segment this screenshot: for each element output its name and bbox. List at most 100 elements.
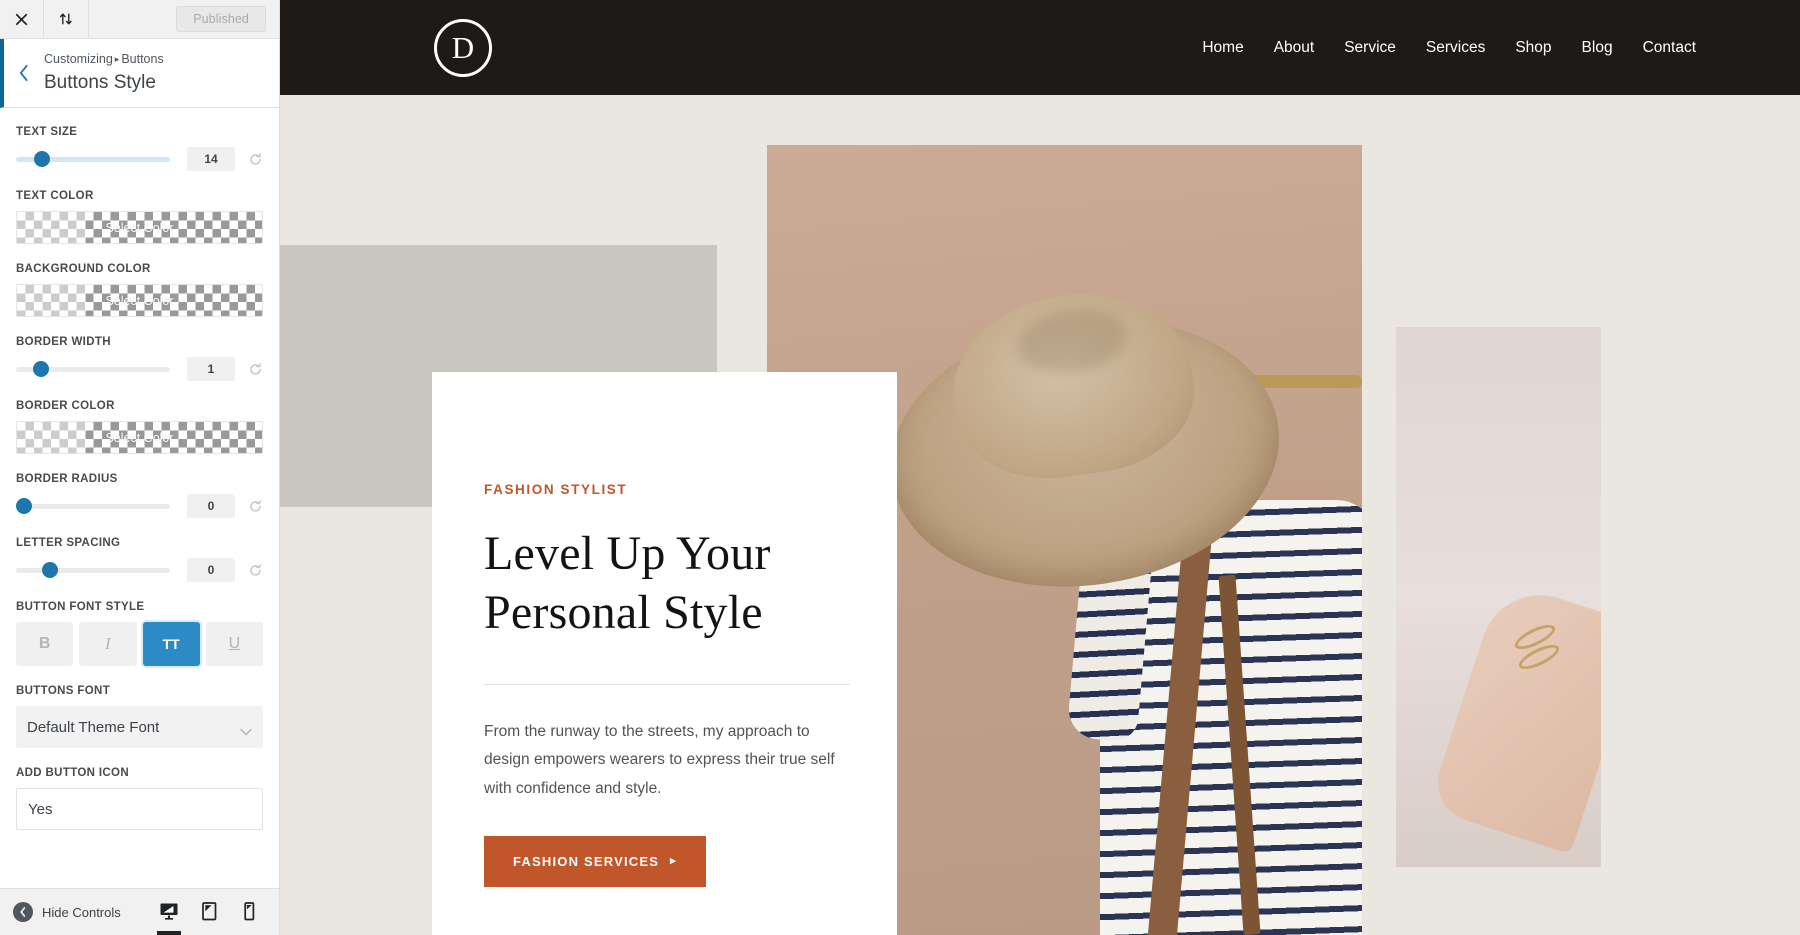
control-add-button-icon: ADD BUTTON ICON Yes	[16, 767, 263, 830]
customizer-sidebar: Published Customizing ▸ Buttons Buttons St…	[0, 0, 280, 935]
hero-divider	[484, 684, 850, 686]
buttons-font-select[interactable]: Default Theme Font	[16, 706, 263, 748]
fashion-services-button[interactable]: FASHION SERVICES ▸	[484, 835, 706, 887]
mobile-view-button[interactable]	[232, 893, 266, 931]
control-border-radius: BORDER RADIUS 0	[16, 473, 263, 518]
mobile-icon	[239, 901, 259, 924]
customizer-panel-header: Customizing ▸ Buttons Buttons Style	[0, 39, 279, 108]
control-label: TEXT COLOR	[16, 190, 94, 202]
italic-button[interactable]: I	[79, 622, 137, 666]
tablet-view-button[interactable]	[192, 893, 226, 931]
hero-heading-line2: Personal Style	[484, 585, 763, 639]
bold-button[interactable]: B	[16, 622, 74, 666]
underline-button[interactable]: U	[205, 622, 263, 666]
hide-controls-button[interactable]: Hide Controls	[13, 902, 121, 922]
slider-row: 14	[16, 147, 263, 171]
select-color-label: Select Color	[105, 220, 174, 235]
reset-icon[interactable]	[248, 563, 263, 578]
add-button-icon-select[interactable]: Yes	[16, 788, 263, 830]
border-color-swatch[interactable]: Select Color	[16, 421, 263, 454]
slider-handle[interactable]	[16, 498, 32, 514]
reset-icon[interactable]	[248, 499, 263, 514]
control-label: BORDER COLOR	[16, 400, 115, 412]
border-width-value[interactable]: 1	[187, 357, 235, 381]
text-size-value[interactable]: 14	[187, 147, 235, 171]
chevron-left-circle-icon	[13, 902, 33, 922]
hero-body-text: From the runway to the streets, my appro…	[484, 723, 835, 797]
nav-item-blog[interactable]: Blog	[1582, 39, 1613, 57]
nav-item-service[interactable]: Service	[1344, 39, 1396, 57]
hide-controls-label: Hide Controls	[42, 904, 121, 920]
reset-icon[interactable]	[248, 152, 263, 167]
nav-item-shop[interactable]: Shop	[1515, 39, 1551, 57]
nav-item-contact[interactable]: Contact	[1643, 39, 1696, 57]
publish-button[interactable]: Published	[176, 6, 266, 32]
desktop-view-button[interactable]	[152, 893, 186, 935]
chevron-down-icon	[240, 723, 252, 736]
border-radius-value[interactable]: 0	[187, 494, 235, 518]
nav-item-services[interactable]: Services	[1426, 39, 1485, 57]
letter-spacing-value[interactable]: 0	[187, 558, 235, 582]
hero-section: FASHION STYLIST Level Up Your Personal S…	[280, 95, 1800, 935]
chevron-left-icon[interactable]	[4, 39, 44, 107]
buttons-font-value: Default Theme Font	[27, 718, 160, 736]
slider-handle[interactable]	[32, 361, 49, 377]
breadcrumb-parent: Customizing	[44, 52, 113, 66]
panel-header-text: Customizing ▸ Buttons Buttons Style	[44, 39, 164, 107]
divi-logo[interactable]: D	[434, 18, 492, 77]
breadcrumb: Customizing ▸ Buttons	[44, 50, 164, 69]
close-icon[interactable]	[0, 0, 44, 38]
desktop-icon	[159, 901, 179, 924]
control-buttons-font: BUTTONS FONT Default Theme Font	[16, 685, 263, 748]
page-title: Buttons Style	[44, 71, 156, 93]
control-background-color: BACKGROUND COLOR Select Color	[16, 263, 263, 317]
reset-icon[interactable]	[248, 362, 263, 377]
control-label: ADD BUTTON ICON	[16, 767, 130, 779]
customizer-controls: TEXT SIZE 14 TEXT COLOR Select Color BAC…	[0, 108, 279, 888]
site-preview: D Home About Service Services Shop Blog …	[280, 0, 1800, 935]
customizer-topbar: Published	[0, 0, 279, 39]
device-preview-group	[152, 893, 266, 935]
slider-track	[16, 567, 170, 573]
control-border-color: BORDER COLOR Select Color	[16, 400, 263, 454]
slider-handle[interactable]	[34, 151, 51, 167]
slider-row: 0	[16, 494, 263, 518]
tablet-icon	[199, 901, 219, 924]
slider-track	[16, 503, 170, 509]
add-button-icon-value: Yes	[28, 800, 53, 818]
arrow-right-icon: ▸	[670, 854, 677, 867]
hero-eyebrow: FASHION STYLIST	[484, 482, 628, 497]
hero-content-card: FASHION STYLIST Level Up Your Personal S…	[432, 372, 897, 935]
control-label: BUTTONS FONT	[16, 685, 111, 697]
customizer-app: Published Customizing ▸ Buttons Buttons St…	[0, 0, 1800, 935]
control-text-size: TEXT SIZE 14	[16, 126, 263, 171]
text-size-slider[interactable]	[16, 149, 170, 169]
slider-handle[interactable]	[42, 562, 59, 578]
breadcrumb-current: Buttons	[121, 52, 164, 66]
control-label: LETTER SPACING	[16, 537, 121, 549]
control-label: BACKGROUND COLOR	[16, 263, 151, 275]
control-border-width: BORDER WIDTH 1	[16, 336, 263, 381]
nav-item-about[interactable]: About	[1274, 39, 1315, 57]
nav-item-home[interactable]: Home	[1202, 39, 1243, 57]
sort-arrows-icon[interactable]	[44, 0, 89, 38]
uppercase-button[interactable]: TT	[142, 622, 200, 666]
background-color-swatch[interactable]: Select Color	[16, 284, 263, 317]
control-button-font-style: BUTTON FONT STYLE B I TT U	[16, 601, 263, 666]
site-header: D Home About Service Services Shop Blog …	[280, 0, 1800, 95]
text-color-swatch[interactable]: Select Color	[16, 211, 263, 244]
cta-label: FASHION SERVICES	[513, 853, 660, 869]
hero-heading: Level Up Your Personal Style	[484, 525, 897, 642]
control-text-color: TEXT COLOR Select Color	[16, 190, 263, 244]
border-width-slider[interactable]	[16, 359, 170, 379]
primary-navigation: Home About Service Services Shop Blog Co…	[1202, 39, 1696, 57]
letter-spacing-slider[interactable]	[16, 560, 170, 580]
slider-row: 0	[16, 558, 263, 582]
border-radius-slider[interactable]	[16, 496, 170, 516]
control-label: BORDER RADIUS	[16, 473, 118, 485]
hero-photo-arm	[1396, 327, 1601, 867]
customizer-footer: Hide Controls	[0, 888, 279, 935]
font-style-group: B I TT U	[16, 622, 263, 666]
control-label: BUTTON FONT STYLE	[16, 601, 145, 613]
